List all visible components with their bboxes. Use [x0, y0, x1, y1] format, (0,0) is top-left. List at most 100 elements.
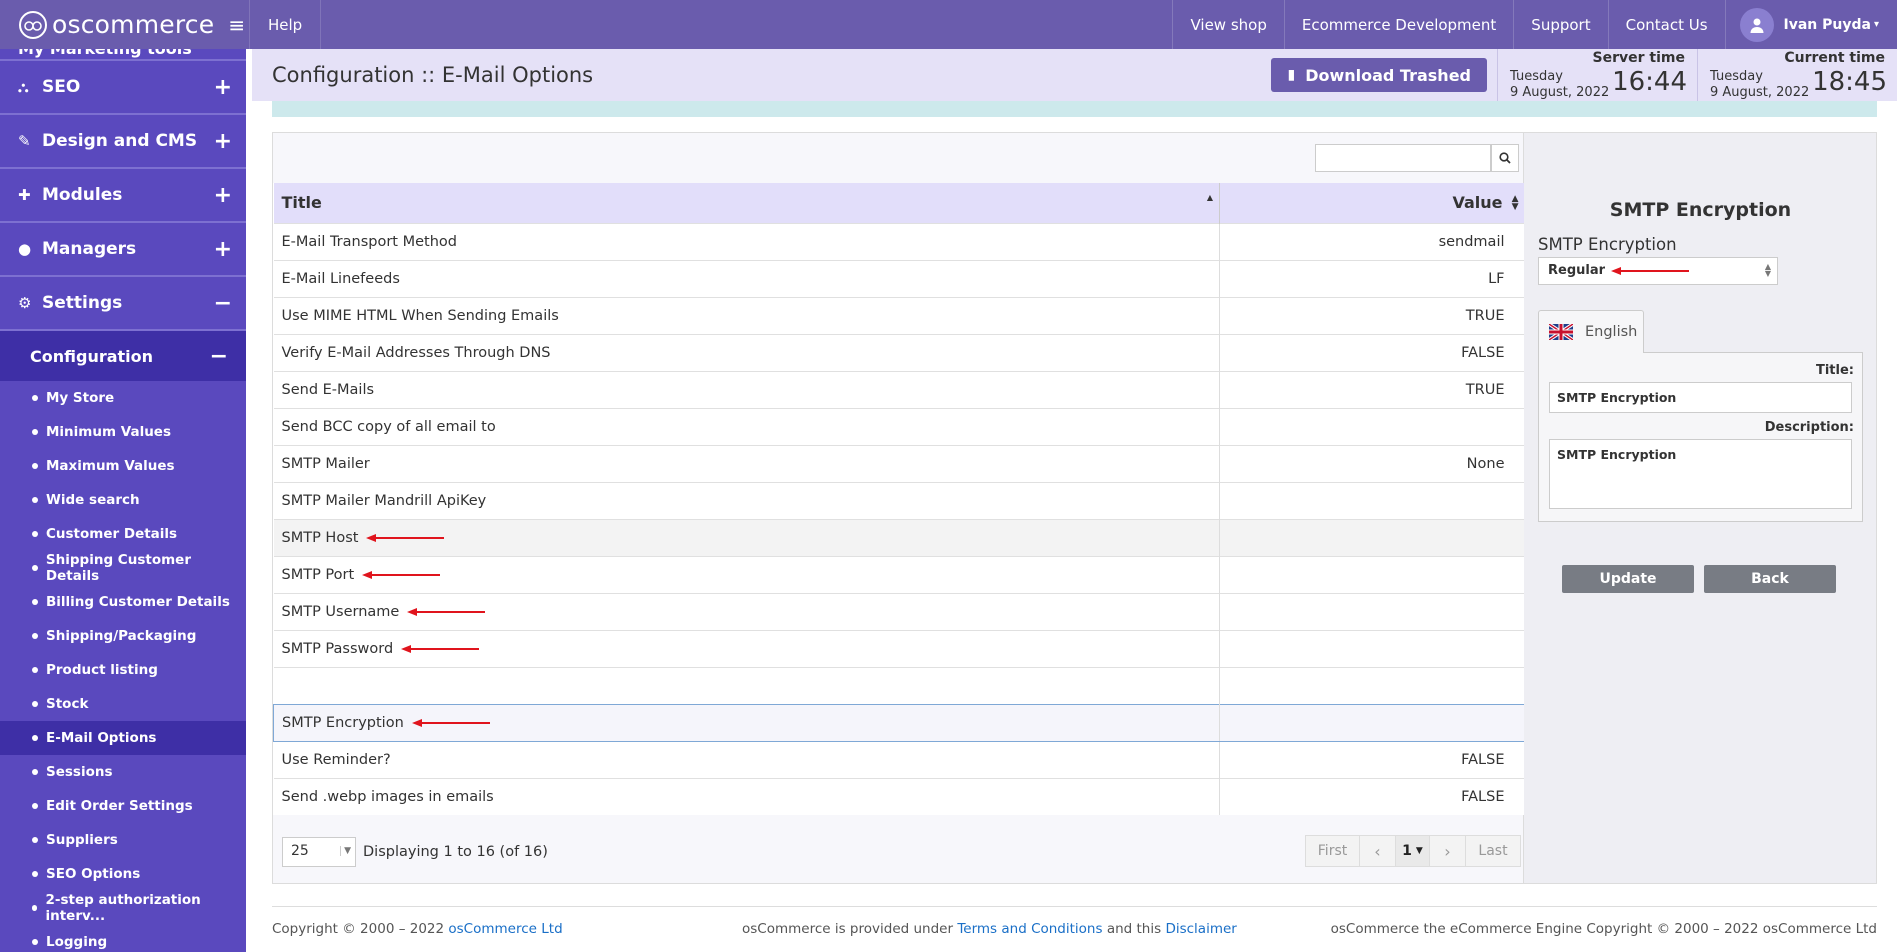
nav-link-contact-us[interactable]: Contact Us — [1607, 0, 1725, 49]
per-page-select[interactable]: 25 ▼ — [282, 837, 356, 867]
current-time-label: Current time — [1784, 50, 1885, 66]
footer-disclaimer-link[interactable]: Disclaimer — [1165, 921, 1236, 937]
table-row[interactable]: SMTP Username — [273, 592, 1525, 630]
sidebar-sub-item[interactable]: Maximum Values — [0, 449, 246, 483]
sidebar-item-settings[interactable]: ⚙ Settings − — [0, 277, 246, 331]
file-icon: ▮ — [1287, 67, 1296, 83]
sidebar-sub-item[interactable]: SEO Options — [0, 857, 246, 891]
row-title: E-Mail Linefeeds — [281, 270, 400, 287]
red-arrow-annotation — [407, 607, 486, 616]
pagination-page-select[interactable]: 1 ▼ — [1396, 836, 1430, 866]
user-avatar-icon — [1739, 7, 1774, 42]
sidebar-sub-item[interactable]: My Store — [0, 381, 246, 415]
table-cell-title: SMTP Encryption — [273, 703, 1220, 742]
table-row[interactable]: SMTP Password — [273, 629, 1525, 667]
sidebar-item-managers[interactable]: ● Managers + — [0, 223, 246, 277]
table-cell-title: SMTP Host — [273, 518, 1220, 556]
description-field-label: Description: — [1764, 420, 1854, 435]
table-cell-title: SMTP Username — [273, 592, 1220, 630]
table-row[interactable]: SMTP Port — [273, 555, 1525, 593]
sidebar-sub-item[interactable]: Minimum Values — [0, 415, 246, 449]
sidebar-item-label: Modules — [42, 185, 123, 205]
sidebar-sub-item[interactable]: Sessions — [0, 755, 246, 789]
table-cell-value — [1219, 703, 1525, 742]
bullet-icon — [32, 429, 38, 435]
expand-icon[interactable]: + — [214, 183, 232, 208]
table-cell-value: sendmail — [1219, 222, 1525, 260]
search-input[interactable] — [1315, 144, 1491, 172]
sidebar-sub-item[interactable]: Wide search — [0, 483, 246, 517]
user-menu[interactable]: Ivan Puyda ▾ — [1724, 0, 1897, 49]
logo[interactable]: oscommerce ≡ — [0, 0, 250, 49]
expand-icon[interactable]: + — [214, 129, 232, 154]
pagination-last-button[interactable]: Last — [1466, 836, 1520, 866]
user-name: Ivan Puyda — [1783, 16, 1871, 33]
menu-toggle-icon[interactable]: ≡ — [228, 13, 245, 37]
column-header-title[interactable]: Title ▲ — [273, 183, 1220, 223]
nav-link-ecommerce-development[interactable]: Ecommerce Development — [1283, 0, 1513, 49]
expand-icon[interactable]: + — [214, 75, 232, 100]
table-row[interactable]: E-Mail Linefeeds LF — [273, 259, 1525, 297]
column-header-value[interactable]: Value ▲ ▼ — [1219, 183, 1525, 223]
sidebar-sub-item[interactable]: Stock — [0, 687, 246, 721]
sidebar-item-design-cms[interactable]: ✎ Design and CMS + — [0, 115, 246, 169]
table-row[interactable]: Use Reminder? FALSE — [273, 740, 1525, 778]
expand-icon[interactable]: + — [214, 237, 232, 262]
collapse-icon[interactable]: − — [214, 291, 232, 316]
download-trashed-button[interactable]: ▮ Download Trashed — [1271, 58, 1487, 92]
table-row[interactable]: Send BCC copy of all email to — [273, 407, 1525, 445]
title-input[interactable]: SMTP Encryption — [1549, 382, 1852, 413]
nav-link-support[interactable]: Support — [1513, 0, 1607, 49]
footer-terms-link[interactable]: Terms and Conditions — [957, 921, 1102, 937]
row-title: SMTP Password — [281, 640, 394, 657]
update-button[interactable]: Update — [1562, 565, 1694, 593]
sidebar-sub-item[interactable]: E-Mail Options — [0, 721, 246, 755]
sidebar-sub-item[interactable]: Edit Order Settings — [0, 789, 246, 823]
table-row[interactable]: E-Mail Transport Method sendmail — [273, 222, 1525, 260]
sidebar-sub-item[interactable]: Billing Customer Details — [0, 585, 246, 619]
collapse-icon[interactable]: − — [210, 344, 228, 369]
sidebar-sub-item-label: E-Mail Options — [46, 730, 157, 746]
chevron-right-icon[interactable]: › — [1430, 836, 1466, 866]
language-tab-english[interactable]: English — [1538, 310, 1644, 353]
column-header-value-label: Value — [1452, 193, 1503, 213]
sidebar-sub-item-label: Shipping/Packaging — [46, 628, 197, 644]
table-row[interactable]: Use MIME HTML When Sending Emails TRUE — [273, 296, 1525, 334]
footer-oscommerce-link[interactable]: osCommerce Ltd — [448, 921, 562, 937]
sidebar-sub-item[interactable]: Logging — [0, 925, 246, 952]
per-page-value: 25 — [291, 843, 309, 859]
table-row[interactable]: SMTP Host — [273, 518, 1525, 556]
table-row[interactable]: SMTP Mailer None — [273, 444, 1525, 482]
sidebar-sub-item[interactable]: Customer Details — [0, 517, 246, 551]
table-row[interactable] — [273, 666, 1525, 704]
table-row[interactable]: SMTP Encryption — [273, 703, 1525, 742]
sidebar-sub-item[interactable]: 2-step authorization interv... — [0, 891, 246, 925]
smtp-encryption-select[interactable]: Regular ▲ ▼ — [1538, 257, 1778, 285]
description-textarea[interactable]: SMTP Encryption — [1549, 439, 1852, 509]
sidebar-sub-item[interactable]: Shipping Customer Details — [0, 551, 246, 585]
table-row[interactable]: Send .webp images in emails FALSE — [273, 777, 1525, 815]
sidebar-subheader-configuration[interactable]: Configuration − — [0, 331, 246, 381]
sidebar-item-marketing-tools[interactable]: My Marketing tools — [0, 49, 246, 61]
nav-link-view-shop[interactable]: View shop — [1172, 0, 1283, 49]
bullet-icon — [32, 667, 38, 673]
row-title: SMTP Port — [281, 566, 355, 583]
sidebar-sub-item-label: Shipping Customer Details — [45, 552, 191, 584]
sidebar-sub-item[interactable]: Shipping/Packaging — [0, 619, 246, 653]
bullet-icon — [32, 905, 38, 911]
pagination-first-button[interactable]: First — [1306, 836, 1360, 866]
sidebar-item-seo[interactable]: ⛬ SEO + — [0, 61, 246, 115]
table-row[interactable]: Send E-Mails TRUE — [273, 370, 1525, 408]
sidebar-sub-item[interactable]: Suppliers — [0, 823, 246, 857]
search-button[interactable] — [1491, 144, 1519, 172]
chevron-left-icon[interactable]: ‹ — [1360, 836, 1396, 866]
table-row[interactable]: Verify E-Mail Addresses Through DNS FALSE — [273, 333, 1525, 371]
help-link[interactable]: Help — [250, 0, 322, 49]
sidebar: My Marketing tools ⛬ SEO + ✎ Design and … — [0, 49, 246, 952]
bullet-icon — [32, 837, 38, 843]
sidebar-sub-item-label: 2-step authorization interv... — [45, 892, 201, 924]
back-button[interactable]: Back — [1704, 565, 1836, 593]
sidebar-sub-item[interactable]: Product listing — [0, 653, 246, 687]
table-row[interactable]: SMTP Mailer Mandrill ApiKey — [273, 481, 1525, 519]
sidebar-item-modules[interactable]: ✚ Modules + — [0, 169, 246, 223]
